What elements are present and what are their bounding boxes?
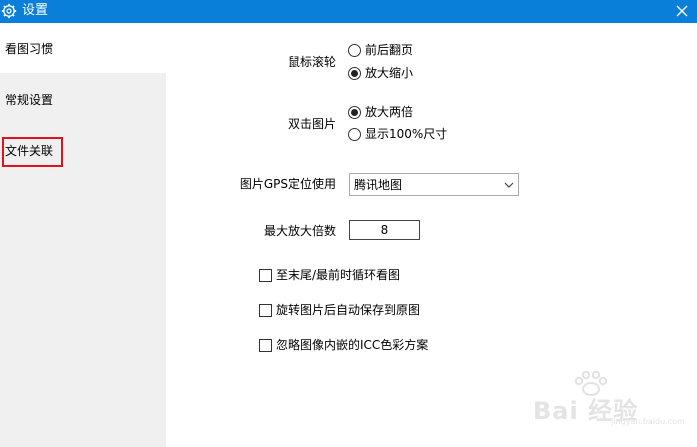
maxzoom-label: 最大放大倍数 xyxy=(263,224,336,238)
sidebar-item-general-settings[interactable]: 常规设置 xyxy=(5,92,53,108)
radio-off[interactable] xyxy=(348,43,361,57)
autosave-rotate-label: 旋转图片后自动保存到原图 xyxy=(276,303,421,317)
wheel-option-zoom-label: 放大缩小 xyxy=(365,66,414,80)
window-title: 设置 xyxy=(22,3,49,18)
sidebar-background xyxy=(0,73,166,447)
loop-view-checkbox[interactable]: 至末尾/最前时循环看图 xyxy=(259,267,400,283)
wheel-label: 鼠标滚轮 xyxy=(287,55,336,69)
maxzoom-input[interactable]: 8 xyxy=(349,220,420,240)
checkbox-box[interactable] xyxy=(259,268,272,282)
sidebar-item-viewing-habits[interactable]: 看图习惯 xyxy=(5,41,53,57)
gps-label: 图片GPS定位使用 xyxy=(239,177,336,191)
wheel-option-page[interactable]: 前后翻页 xyxy=(348,42,413,58)
gps-map-value: 腾讯地图 xyxy=(354,178,403,192)
wheel-option-zoom[interactable]: 放大缩小 xyxy=(348,65,413,81)
title-bar: 设置 xyxy=(0,0,697,23)
dblclick-option-actual[interactable]: 显示100%尺寸 xyxy=(348,126,447,142)
dblclick-option-double[interactable]: 放大两倍 xyxy=(348,104,413,120)
baidu-watermark: Bai 经验 jingyan.baidu.com xyxy=(533,371,685,426)
chevron-down-icon xyxy=(504,182,514,188)
loop-view-label: 至末尾/最前时循环看图 xyxy=(276,268,401,282)
radio-off[interactable] xyxy=(348,127,361,141)
wheel-option-page-label: 前后翻页 xyxy=(365,43,414,57)
checkbox-box[interactable] xyxy=(259,338,272,352)
ignore-icc-label: 忽略图像内嵌的ICC色彩方案 xyxy=(276,338,429,352)
radio-on[interactable] xyxy=(348,105,361,119)
sidebar: 看图习惯 常规设置 文件关联 xyxy=(0,23,166,447)
sidebar-item-file-association[interactable]: 文件关联 xyxy=(5,143,53,159)
dblclick-option-actual-label: 显示100%尺寸 xyxy=(365,127,448,141)
gps-map-select[interactable]: 腾讯地图 xyxy=(349,173,519,196)
watermark-subtext: jingyan.baidu.com xyxy=(611,417,685,426)
dblclick-label: 双击图片 xyxy=(287,117,336,131)
checkbox-box[interactable] xyxy=(259,303,272,317)
autosave-rotate-checkbox[interactable]: 旋转图片后自动保存到原图 xyxy=(259,302,420,318)
close-icon[interactable] xyxy=(673,2,691,20)
dblclick-option-double-label: 放大两倍 xyxy=(365,105,414,119)
radio-on[interactable] xyxy=(348,66,361,80)
ignore-icc-checkbox[interactable]: 忽略图像内嵌的ICC色彩方案 xyxy=(259,337,428,353)
gear-icon xyxy=(1,3,17,19)
